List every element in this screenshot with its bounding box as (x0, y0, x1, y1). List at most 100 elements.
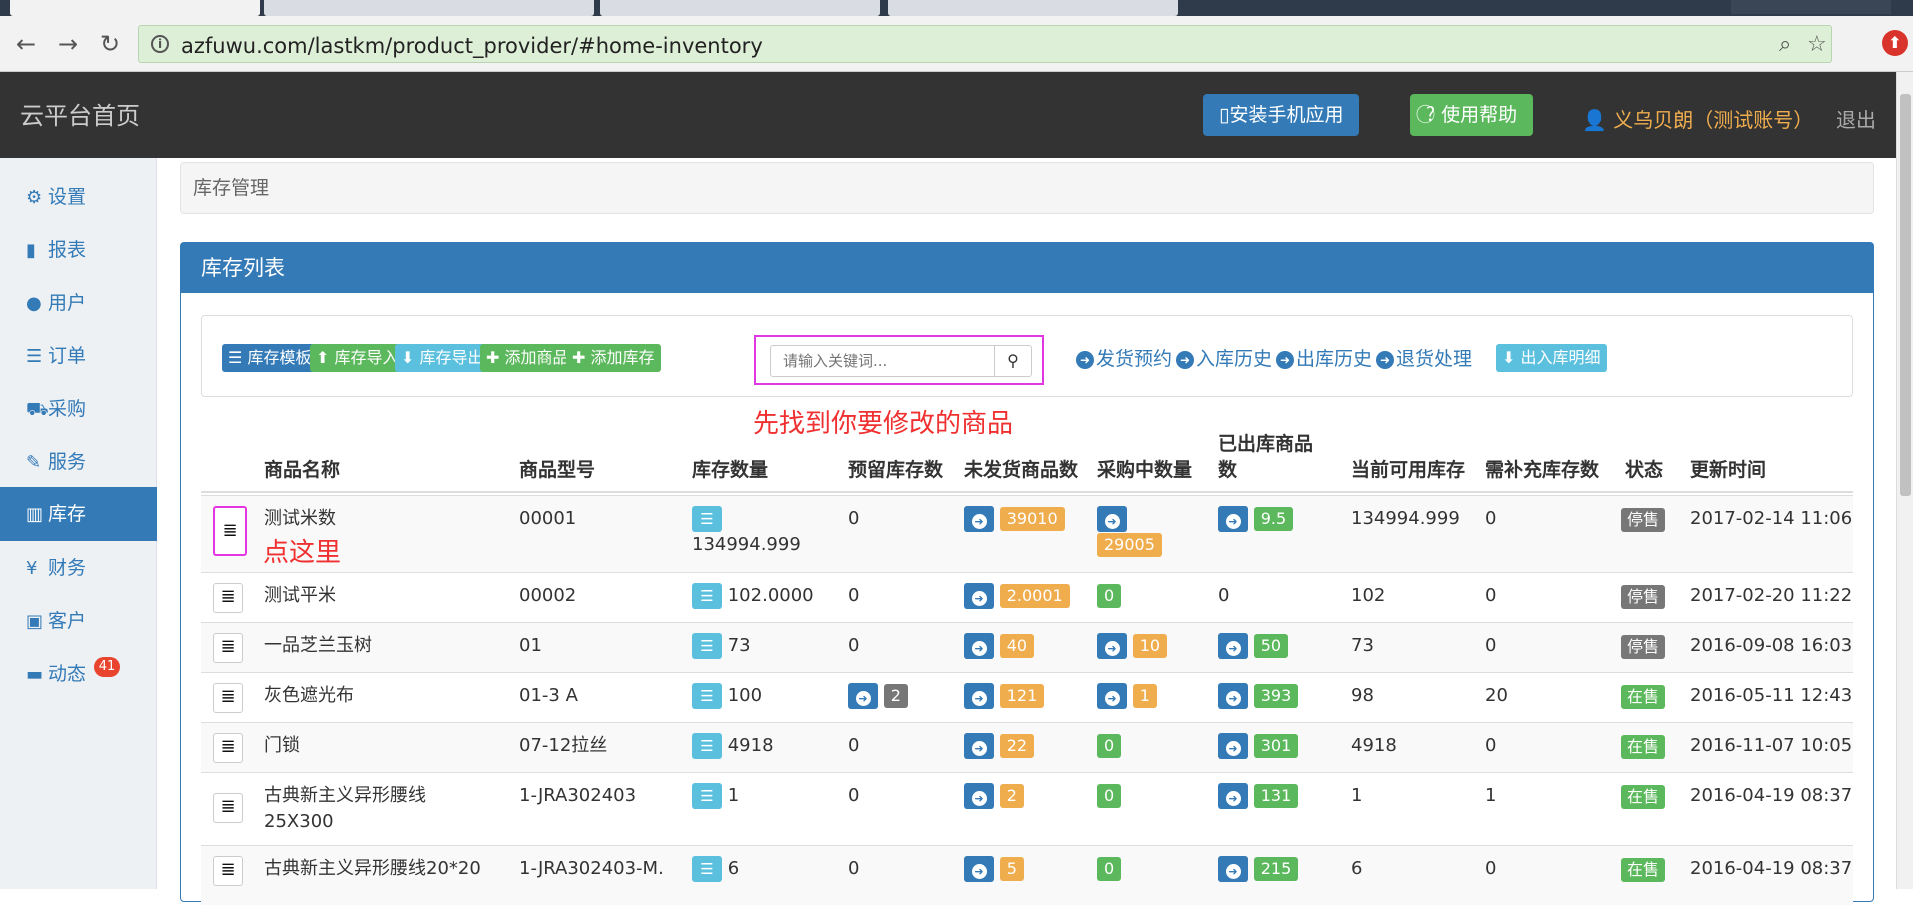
logout-link[interactable]: 退出 (1836, 104, 1876, 133)
circle-arrow-icon[interactable]: ➜ (964, 633, 994, 659)
shipping-reservation-link[interactable]: ➜ 发货预约 (1076, 344, 1172, 371)
sidebar-item-settings[interactable]: ⚙ 设置 (0, 174, 157, 220)
inventory-export-button[interactable]: ⬇ 库存导出 (395, 344, 490, 372)
row-menu-button[interactable]: ≣ (213, 683, 243, 713)
help-button[interactable]: ?⃝ 使用帮助 (1410, 94, 1534, 136)
sidebar-item-orders[interactable]: ☰ 订单 (0, 333, 157, 379)
col-qty[interactable]: 库存数量 (692, 457, 768, 483)
col-unshipped[interactable]: 未发货商品数 (964, 457, 1078, 483)
status-badge[interactable]: 停售 (1621, 635, 1666, 659)
circle-arrow-icon[interactable]: ➜ (1097, 506, 1127, 532)
circle-arrow-icon[interactable]: ➜ (1218, 506, 1248, 532)
reload-icon[interactable]: ↻ (96, 30, 124, 58)
browser-tab[interactable] (600, 0, 880, 16)
url-field[interactable]: i azfuwu.com/lastkm/product_provider/#ho… (138, 25, 1832, 63)
col-reserved[interactable]: 预留库存数 (848, 457, 943, 483)
status-badge[interactable]: 在售 (1621, 785, 1666, 809)
col-available[interactable]: 当前可用库存 (1351, 457, 1465, 483)
circle-arrow-icon[interactable]: ➜ (1218, 783, 1248, 809)
circle-arrow-icon[interactable]: ➜ (1097, 683, 1127, 709)
list-icon[interactable]: ☰ (692, 583, 722, 609)
sidebar-item-service[interactable]: ✎ 服务 (0, 439, 157, 485)
add-inventory-button[interactable]: ✚ 添加库存 (566, 344, 661, 372)
col-status[interactable]: 状态 (1625, 457, 1663, 483)
circle-arrow-icon[interactable]: ➜ (848, 683, 878, 709)
info-icon[interactable]: i (151, 35, 169, 53)
upload-icon: ⬆ (316, 348, 335, 367)
sidebar-item-finance[interactable]: ¥ 财务 (0, 545, 157, 591)
sidebar-item-users[interactable]: ● 用户 (0, 280, 157, 326)
inventory-template-button[interactable]: ☰ 库存模板 (222, 344, 318, 372)
browser-tab[interactable] (888, 0, 1178, 16)
list-icon[interactable]: ☰ (692, 733, 722, 759)
col-updated[interactable]: 更新时间 (1690, 457, 1766, 483)
inventory-import-button[interactable]: ⬆ 库存导入 (310, 344, 405, 372)
circle-arrow-icon[interactable]: ➜ (1218, 683, 1248, 709)
status-badge[interactable]: 在售 (1621, 858, 1666, 882)
sidebar-item-reports[interactable]: ▮ 报表 (0, 227, 157, 273)
browser-tab[interactable] (264, 0, 594, 16)
col-model[interactable]: 商品型号 (519, 457, 595, 483)
circle-arrow-icon[interactable]: ➜ (964, 733, 994, 759)
circle-arrow-icon[interactable]: ➜ (1218, 633, 1248, 659)
sidebar-item-inventory[interactable]: ▥ 库存 (0, 487, 157, 541)
list-icon[interactable]: ☰ (692, 783, 722, 809)
table-row[interactable]: ≣ 测试米数 点这里 00001 ☰ 134994.999 0 ➜ 39010 ➜… (201, 495, 1853, 572)
browser-tab[interactable] (10, 0, 260, 16)
status-badge[interactable]: 在售 (1621, 735, 1666, 759)
table-row[interactable]: ≣ 古典新主义异形腰线 25X300 1-JRA302403 ☰ 1 0 ➜ 2 … (201, 772, 1853, 845)
user-menu[interactable]: 👤 义乌贝朗（测试账号） (1582, 104, 1813, 133)
status-badge[interactable]: 停售 (1621, 508, 1666, 532)
app-title[interactable]: 云平台首页 (20, 96, 140, 131)
url-text[interactable]: azfuwu.com/lastkm/product_provider/#home… (181, 34, 763, 58)
col-product-name[interactable]: 商品名称 (264, 457, 340, 483)
sidebar-item-purchase[interactable]: ⛟采购 (0, 386, 157, 432)
circle-arrow-icon[interactable]: ➜ (964, 683, 994, 709)
window-controls[interactable] (1731, 0, 1891, 14)
col-replenish[interactable]: 需补充库存数 (1485, 457, 1599, 483)
circle-arrow-icon[interactable]: ➜ (1097, 633, 1127, 659)
search-input[interactable] (770, 345, 995, 377)
bookmark-star-icon[interactable]: ☆ (1807, 32, 1827, 57)
forward-icon[interactable]: → (54, 30, 82, 58)
row-menu-button[interactable]: ≣ (213, 506, 247, 556)
circle-arrow-icon[interactable]: ➜ (964, 583, 994, 609)
search-button[interactable]: ⚲ (994, 345, 1032, 377)
row-menu-button[interactable]: ≣ (213, 856, 243, 886)
sidebar-item-customers[interactable]: ▣ 客户 (0, 598, 157, 644)
table-row[interactable]: ≣ 测试平米 00002 ☰ 102.0000 0 ➜ 2.0001 0 0 1… (201, 572, 1853, 622)
status-badge[interactable]: 停售 (1621, 585, 1666, 609)
add-product-button[interactable]: ✚ 添加商品 (480, 344, 575, 372)
circle-arrow-icon[interactable]: ➜ (964, 506, 994, 532)
table-row[interactable]: ≣ 门锁 07-12拉丝 ☰ 4918 0 ➜ 22 0 ➜ 301 4918 … (201, 722, 1853, 772)
table-row[interactable]: ≣ 古典新主义异形腰线20*20 1-JRA302403-M. ☰ 6 0 ➜ … (201, 845, 1853, 905)
row-menu-button[interactable]: ≣ (213, 583, 243, 613)
inout-detail-button[interactable]: ⬇ 出入库明细 (1496, 344, 1607, 372)
circle-arrow-icon[interactable]: ➜ (964, 783, 994, 809)
table-row[interactable]: ≣ 一品芝兰玉树 01 ☰ 73 0 ➜ 40 ➜ 10 ➜ 50 73 0 停… (201, 622, 1853, 672)
returns-link[interactable]: ➜ 退货处理 (1376, 344, 1472, 371)
list-icon[interactable]: ☰ (692, 506, 722, 532)
row-menu-button[interactable]: ≣ (213, 793, 243, 823)
col-purchasing[interactable]: 采购中数量 (1097, 457, 1192, 483)
list-icon[interactable]: ☰ (692, 633, 722, 659)
row-menu-button[interactable]: ≣ (213, 633, 243, 663)
col-shipped[interactable]: 已出库商品数 (1218, 431, 1318, 483)
table-row[interactable]: ≣ 灰色遮光布 01-3 A ☰ 100 ➜ 2 ➜ 121 ➜ 1 ➜ 393… (201, 672, 1853, 722)
sidebar-item-activity[interactable]: ▬ 动态 41 (0, 651, 157, 697)
page-scrollbar[interactable] (1896, 72, 1913, 889)
list-icon[interactable]: ☰ (692, 856, 722, 882)
list-icon[interactable]: ☰ (692, 683, 722, 709)
install-app-button[interactable]: ▯安装手机应用 (1203, 94, 1360, 136)
row-menu-button[interactable]: ≣ (213, 733, 243, 763)
zoom-icon[interactable]: ⌕ (1779, 32, 1791, 57)
inbound-history-link[interactable]: ➜ 入库历史 (1176, 344, 1272, 371)
scrollbar-thumb[interactable] (1900, 94, 1911, 496)
outbound-history-link[interactable]: ➜ 出库历史 (1276, 344, 1372, 371)
extension-icon[interactable]: ⬆ (1882, 30, 1908, 56)
circle-arrow-icon[interactable]: ➜ (1218, 733, 1248, 759)
back-icon[interactable]: ← (12, 30, 40, 58)
circle-arrow-icon[interactable]: ➜ (964, 856, 994, 882)
status-badge[interactable]: 在售 (1621, 685, 1666, 709)
circle-arrow-icon[interactable]: ➜ (1218, 856, 1248, 882)
